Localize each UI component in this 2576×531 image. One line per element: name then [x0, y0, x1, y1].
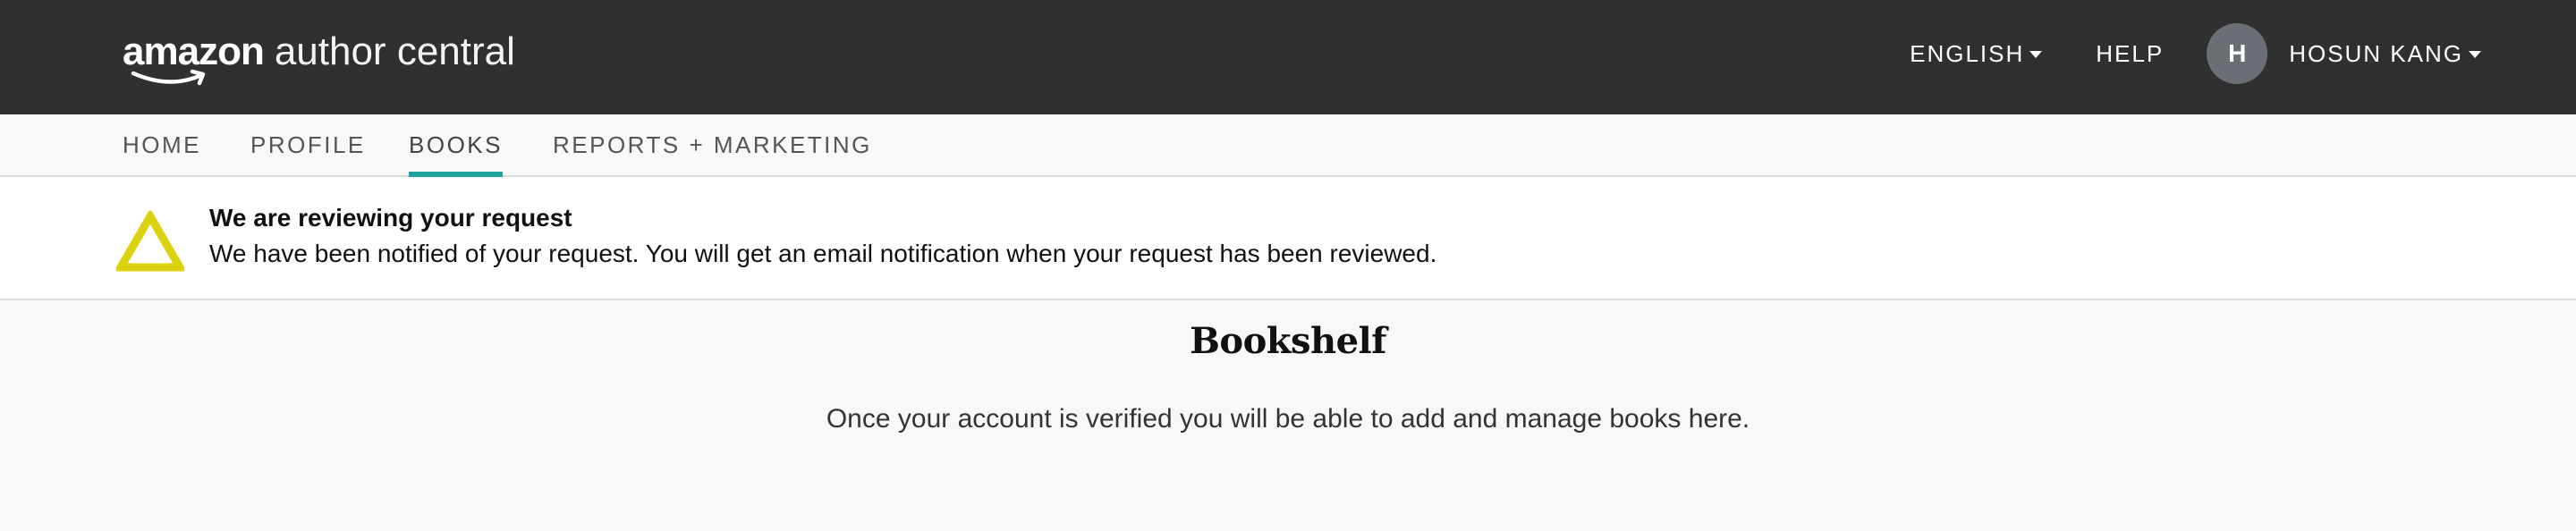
tab-label: HOME [123, 131, 201, 158]
chevron-down-icon [2469, 51, 2481, 58]
review-alert-banner: We are reviewing your request We have be… [0, 177, 2576, 300]
avatar-initial: H [2228, 39, 2247, 67]
tab-label: BOOKS [409, 131, 503, 158]
tab-books[interactable]: BOOKS [409, 114, 503, 179]
help-label: HELP [2096, 39, 2165, 67]
language-label: ENGLISH [1910, 39, 2025, 67]
amazon-smile-icon [131, 69, 206, 86]
chevron-down-icon [2029, 51, 2043, 58]
avatar[interactable]: H [2207, 23, 2268, 84]
tab-label: REPORTS + MARKETING [553, 131, 872, 158]
page-title: Bookshelf [1190, 320, 1386, 362]
tab-label: PROFILE [250, 131, 366, 158]
tab-profile[interactable]: PROFILE [250, 114, 366, 177]
help-link[interactable]: HELP [2096, 40, 2164, 68]
tab-reports-marketing[interactable]: REPORTS + MARKETING [553, 114, 872, 177]
language-dropdown[interactable]: ENGLISH [1910, 39, 2043, 68]
account-dropdown[interactable]: HOSUN KANG [2289, 40, 2481, 68]
top-header: amazon author central ENGLISH HELP H HOS… [0, 0, 2576, 114]
header-actions: ENGLISH HELP H HOSUN KANG [1910, 21, 2481, 86]
warning-triangle-icon [116, 211, 184, 272]
amazon-author-central-logo[interactable]: amazon author central [123, 27, 515, 89]
alert-message: We have been notified of your request. Y… [209, 240, 1437, 267]
logo-product-text: author central [274, 30, 515, 73]
user-name: HOSUN KANG [2289, 39, 2463, 67]
tab-home[interactable]: HOME [123, 114, 201, 177]
alert-title: We are reviewing your request [209, 204, 572, 232]
bookshelf-message: Once your account is verified you will b… [826, 404, 1750, 434]
main-nav: HOME PROFILE BOOKS REPORTS + MARKETING [0, 114, 2576, 179]
